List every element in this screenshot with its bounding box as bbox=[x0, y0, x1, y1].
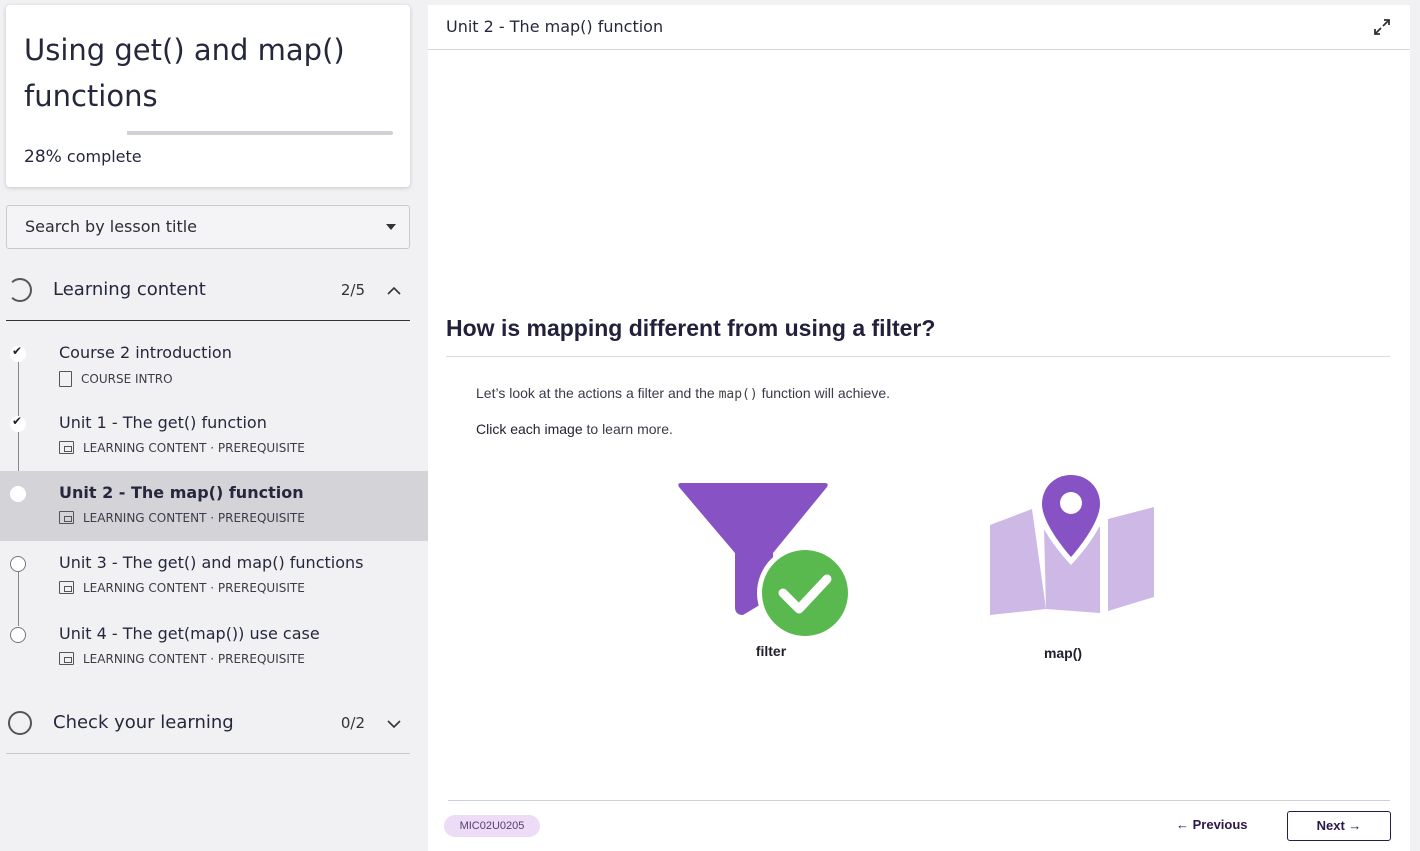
instruction-strong: Click each image bbox=[476, 421, 583, 437]
instruction-text: Click each image to learn more. bbox=[476, 421, 673, 437]
section-title: Check your learning bbox=[53, 712, 234, 733]
incomplete-marker bbox=[10, 627, 26, 643]
content-code-badge: MIC02U0205 bbox=[444, 815, 540, 837]
intro-text: Let’s look at the actions a filter and t… bbox=[476, 385, 890, 402]
lesson-title: Unit 4 - The get(map()) use case bbox=[59, 624, 320, 643]
lesson-meta: LEARNING CONTENT · PREREQUISITE bbox=[59, 581, 305, 595]
section-count: 2/5 bbox=[340, 281, 365, 299]
section-learning-content[interactable]: Learning content 2/5 bbox=[6, 265, 410, 315]
video-icon bbox=[59, 652, 74, 665]
chevron-up-icon bbox=[387, 286, 401, 295]
unit-title: Unit 2 - The map() function bbox=[446, 17, 664, 36]
inline-code: map() bbox=[718, 387, 758, 402]
lesson-title: Course 2 introduction bbox=[59, 343, 232, 362]
video-icon bbox=[59, 581, 74, 594]
caret-down-icon bbox=[386, 224, 396, 230]
video-icon bbox=[59, 511, 74, 524]
map-label: map() bbox=[1043, 645, 1083, 661]
map-pin-icon[interactable] bbox=[988, 467, 1158, 617]
progress-text: 28% complete bbox=[24, 147, 142, 167]
document-icon bbox=[59, 371, 72, 387]
expand-icon[interactable] bbox=[1372, 17, 1392, 37]
lesson-item-unit-2[interactable]: Unit 2 - The map() function LEARNING CON… bbox=[0, 471, 428, 541]
lesson-title: Unit 3 - The get() and map() functions bbox=[59, 553, 364, 572]
checkmark-icon: ✔ bbox=[12, 414, 23, 428]
lesson-title: Unit 2 - The map() function bbox=[59, 483, 304, 502]
lesson-search-select[interactable]: Search by lesson title bbox=[6, 205, 410, 249]
footer-divider bbox=[448, 800, 1390, 801]
section-divider bbox=[6, 320, 410, 321]
current-marker bbox=[10, 486, 26, 502]
content-header: Unit 2 - The map() function bbox=[428, 5, 1410, 50]
lesson-item-unit-4[interactable]: Unit 4 - The get(map()) use case LEARNIN… bbox=[0, 612, 428, 682]
next-button[interactable]: Next → bbox=[1287, 811, 1391, 841]
question-heading: How is mapping different from using a fi… bbox=[446, 315, 936, 341]
lesson-content-panel: Unit 2 - The map() function How is mappi… bbox=[428, 5, 1410, 851]
lesson-item-course-intro[interactable]: ✔ Course 2 introduction COURSE INTRO bbox=[0, 331, 428, 401]
progress-fill bbox=[127, 131, 202, 135]
filter-label: filter bbox=[755, 643, 787, 659]
lesson-item-unit-3[interactable]: Unit 3 - The get() and map() functions L… bbox=[0, 541, 428, 611]
chevron-down-icon bbox=[387, 720, 401, 729]
lesson-item-unit-1[interactable]: ✔ Unit 1 - The get() function LEARNING C… bbox=[0, 401, 428, 471]
heading-divider bbox=[446, 356, 1390, 357]
course-title: Using get() and map() functions bbox=[24, 33, 345, 113]
section-count: 0/2 bbox=[340, 714, 365, 732]
checkmark-icon: ✔ bbox=[12, 344, 23, 358]
progress-suffix: complete bbox=[66, 147, 142, 166]
lesson-meta: LEARNING CONTENT · PREREQUISITE bbox=[59, 511, 305, 525]
lesson-search-label: Search by lesson title bbox=[25, 217, 198, 236]
lesson-meta: LEARNING CONTENT · PREREQUISITE bbox=[59, 441, 305, 455]
section-title: Learning content bbox=[53, 279, 206, 300]
progress-ring-icon bbox=[8, 711, 32, 735]
video-icon bbox=[59, 441, 74, 454]
incomplete-marker bbox=[10, 556, 26, 572]
section-divider bbox=[6, 753, 410, 754]
progress-ring-icon bbox=[8, 278, 32, 302]
lesson-meta: LEARNING CONTENT · PREREQUISITE bbox=[59, 652, 305, 666]
previous-button[interactable]: ← Previous bbox=[1176, 817, 1248, 832]
lesson-meta: COURSE INTRO bbox=[59, 371, 173, 387]
progress-bar bbox=[127, 131, 393, 135]
course-card: Using get() and map() functions 28% comp… bbox=[6, 5, 410, 187]
filter-check-icon[interactable] bbox=[673, 479, 853, 639]
progress-percent: 28% bbox=[24, 147, 62, 167]
lesson-title: Unit 1 - The get() function bbox=[59, 413, 267, 432]
section-check-your-learning[interactable]: Check your learning 0/2 bbox=[6, 698, 410, 748]
